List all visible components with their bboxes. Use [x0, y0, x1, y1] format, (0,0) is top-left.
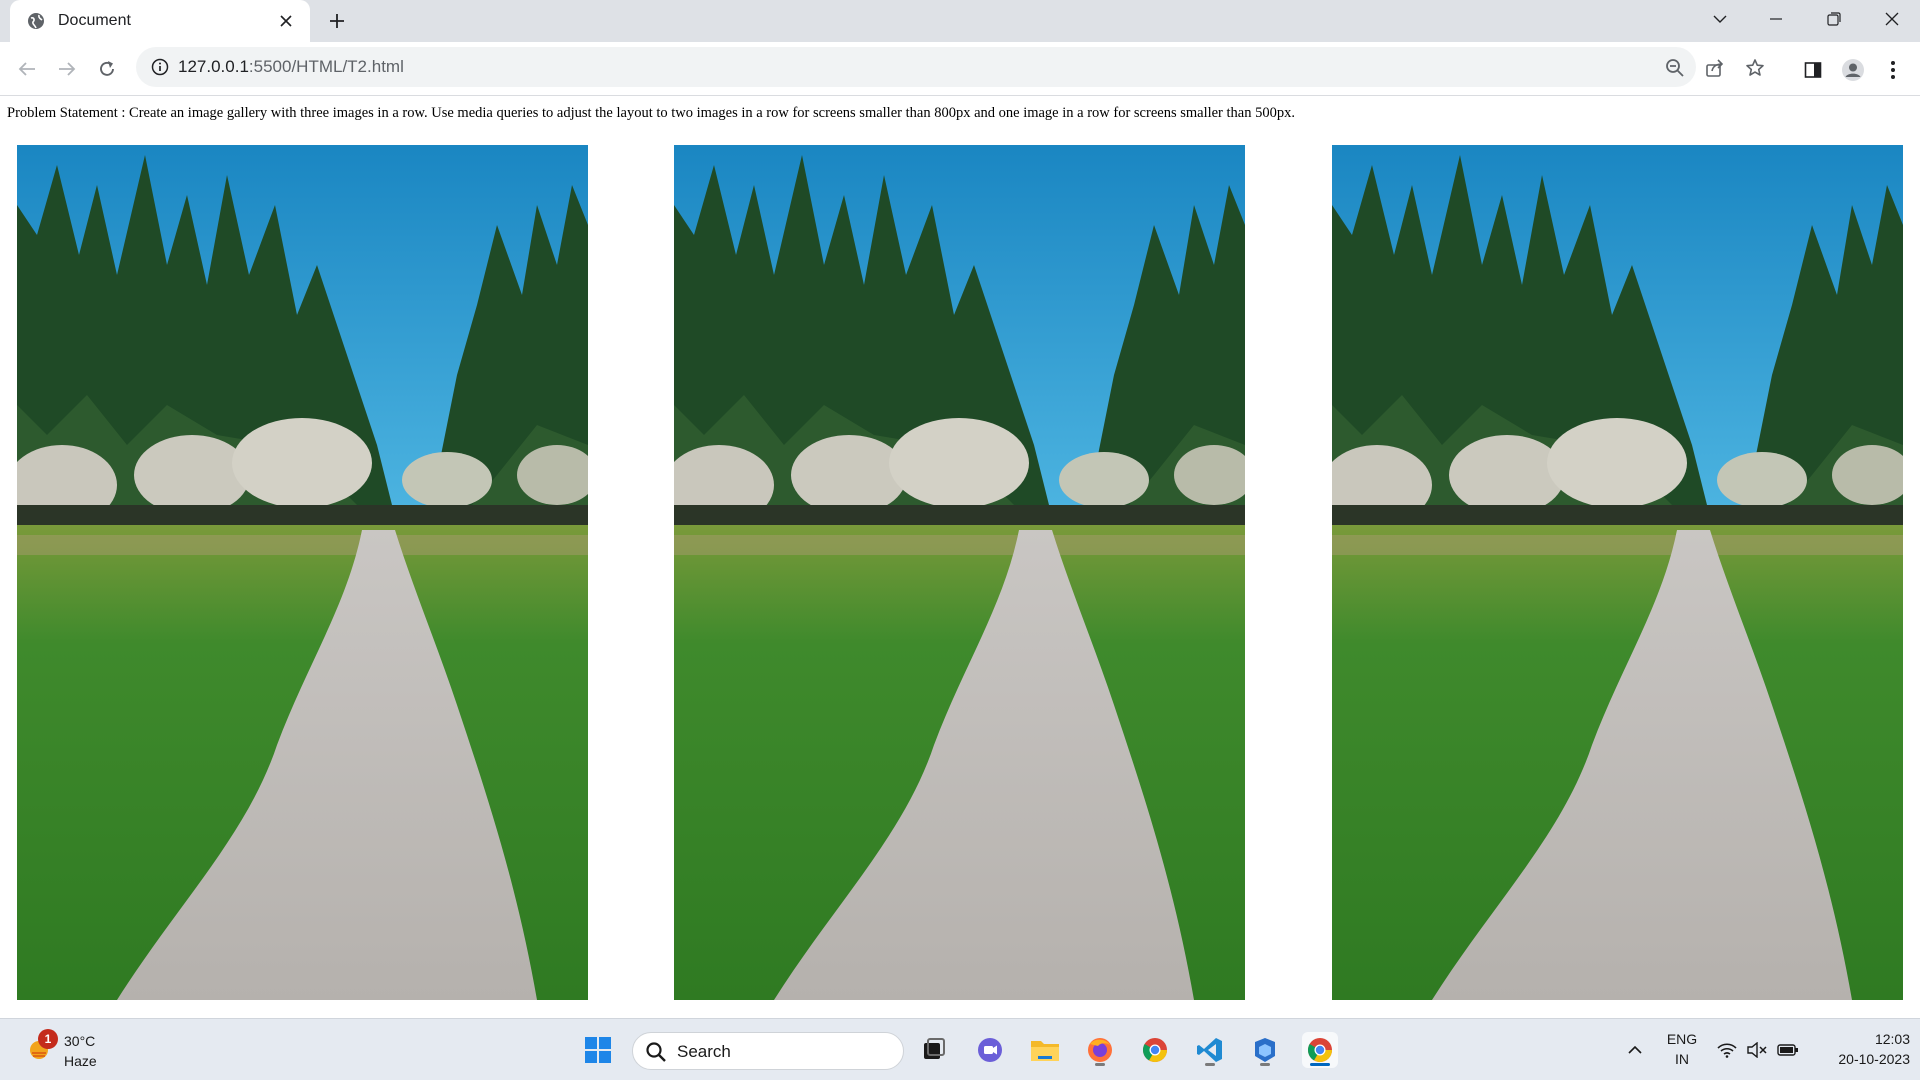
- search-icon: [645, 1041, 667, 1063]
- back-arrow-icon[interactable]: [12, 54, 42, 84]
- profile-icon[interactable]: [1840, 57, 1866, 83]
- page-viewport: Problem Statement : Create an image gall…: [0, 97, 1920, 1018]
- gallery-image: [1332, 145, 1903, 1000]
- app-icon[interactable]: [1247, 1032, 1283, 1068]
- gallery-image: [674, 145, 1245, 1000]
- system-clock[interactable]: 12:03 20-10-2023: [1810, 1029, 1910, 1069]
- running-indicator: [1310, 1063, 1330, 1066]
- tab-title: Document: [58, 12, 131, 29]
- teams-chat-icon[interactable]: [972, 1032, 1008, 1068]
- minimize-icon[interactable]: [1752, 0, 1800, 38]
- info-icon[interactable]: [150, 57, 170, 77]
- battery-icon[interactable]: [1774, 1019, 1802, 1080]
- running-indicator: [1095, 1063, 1105, 1066]
- side-panel-icon[interactable]: [1800, 57, 1826, 83]
- chevron-up-icon[interactable]: [1620, 1019, 1650, 1080]
- tab-strip: Document: [0, 0, 1920, 42]
- weather-widget[interactable]: 1 30°C Haze: [22, 1027, 112, 1073]
- path-through-trees-image: [674, 145, 1245, 1000]
- running-indicator: [1205, 1063, 1215, 1066]
- vscode-icon[interactable]: [1192, 1032, 1228, 1068]
- problem-statement: Problem Statement : Create an image gall…: [7, 105, 1295, 121]
- clock-date: 20-10-2023: [1838, 1051, 1910, 1067]
- running-indicator: [1260, 1063, 1270, 1066]
- windows-start-icon[interactable]: [580, 1032, 616, 1068]
- tab-document[interactable]: Document: [10, 0, 310, 42]
- share-icon[interactable]: [1704, 57, 1726, 79]
- zoom-out-icon[interactable]: [1664, 57, 1686, 79]
- search-placeholder: Search: [677, 1042, 731, 1061]
- weather-temperature: 30°C: [64, 1033, 96, 1049]
- path-through-trees-image: [17, 145, 588, 1000]
- url-host: 127.0.0.1: [178, 57, 249, 76]
- clock-time: 12:03: [1874, 1031, 1910, 1047]
- chevron-down-icon[interactable]: [1696, 0, 1744, 38]
- more-vertical-icon[interactable]: [1880, 57, 1906, 83]
- region-code: IN: [1675, 1051, 1689, 1067]
- restore-icon[interactable]: [1810, 0, 1858, 38]
- star-icon[interactable]: [1744, 57, 1766, 79]
- address-bar[interactable]: 127.0.0.1:5500/HTML/T2.html: [136, 47, 1764, 87]
- screen: Document 127.0.0.1:5500/HTML/T2.html Pro…: [0, 0, 1920, 1080]
- language-indicator[interactable]: ENG IN: [1664, 1029, 1700, 1069]
- firefox-icon[interactable]: [1082, 1032, 1118, 1068]
- notification-badge: 1: [38, 1029, 58, 1049]
- reload-icon[interactable]: [92, 54, 122, 84]
- volume-muted-icon[interactable]: [1744, 1019, 1770, 1080]
- globe-icon: [26, 11, 46, 31]
- task-view-icon[interactable]: [916, 1032, 952, 1068]
- taskbar: 1 30°C Haze Search ENG IN 12:03 20-10-20…: [0, 1018, 1920, 1080]
- url-text: 127.0.0.1:5500/HTML/T2.html: [178, 57, 404, 77]
- window-close-icon[interactable]: [1868, 0, 1916, 38]
- weather-condition: Haze: [64, 1053, 97, 1069]
- forward-arrow-icon[interactable]: [52, 54, 82, 84]
- taskbar-search[interactable]: Search: [632, 1032, 904, 1070]
- close-icon[interactable]: [274, 9, 298, 33]
- chrome-icon[interactable]: [1137, 1032, 1173, 1068]
- gallery-image: [17, 145, 588, 1000]
- path-through-trees-image: [1332, 145, 1903, 1000]
- language-code: ENG: [1666, 1031, 1698, 1047]
- url-path: :5500/HTML/T2.html: [248, 57, 404, 76]
- browser-toolbar: 127.0.0.1:5500/HTML/T2.html: [0, 42, 1920, 96]
- file-explorer-icon[interactable]: [1027, 1032, 1063, 1068]
- plus-icon[interactable]: [324, 8, 350, 34]
- chrome-active-icon[interactable]: [1302, 1032, 1338, 1068]
- wifi-icon[interactable]: [1714, 1019, 1740, 1080]
